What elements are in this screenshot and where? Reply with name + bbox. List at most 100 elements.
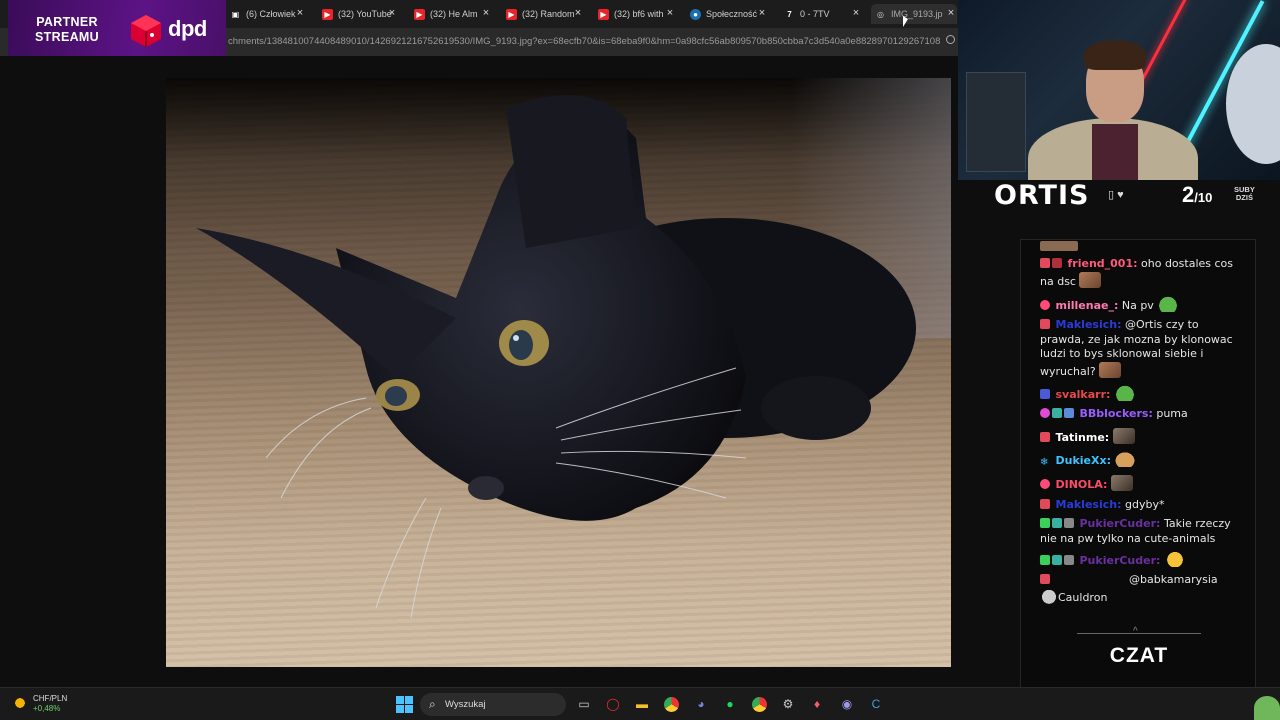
badge-icon <box>1052 518 1062 528</box>
weather-icon <box>12 696 28 710</box>
close-icon[interactable]: × <box>386 7 398 19</box>
badge-icon <box>1040 432 1050 442</box>
subs-label-2: DZIŚ <box>1235 193 1253 202</box>
close-icon[interactable]: × <box>664 7 676 19</box>
tab-image[interactable]: ◎ IMG_9193.jp × <box>871 4 957 24</box>
badge-icon <box>1040 574 1050 584</box>
close-icon[interactable]: × <box>294 7 306 19</box>
chat-text: Na pv <box>1121 299 1154 312</box>
tab-youtube-2[interactable]: ▶ (32) He Alm × <box>410 4 492 24</box>
ghost-emote-icon <box>1040 587 1058 604</box>
tab-7tv[interactable]: 7 0 - 7TV × <box>780 4 862 24</box>
badge-icon <box>1064 518 1074 528</box>
stock-widget[interactable]: CHF/PLN +0,48% <box>12 694 67 714</box>
webcam-person-hair <box>1084 40 1146 70</box>
subs-label: SUBY DZIŚ <box>1234 186 1255 202</box>
badge-icon <box>1040 408 1050 418</box>
frog-emote-icon <box>1254 696 1280 720</box>
chat-message: millenae_: Na pv <box>1040 296 1244 314</box>
chat-username[interactable]: DukieXx: <box>1056 454 1111 467</box>
cat-photo[interactable] <box>166 78 951 667</box>
close-icon[interactable]: × <box>945 7 957 19</box>
badge-icon <box>1040 258 1050 268</box>
chat-username[interactable]: DINOLA: <box>1056 478 1108 491</box>
tab-twitch[interactable]: ▣ (6) Człowiek × <box>226 4 306 24</box>
partner-line-1: PARTNER <box>36 15 98 29</box>
settings-icon[interactable]: ⚙ <box>779 695 797 713</box>
chat-message: @babkamarysia Cauldron <box>1040 573 1244 605</box>
steam-icon: ● <box>690 8 701 20</box>
close-icon[interactable]: × <box>756 7 768 19</box>
webcam-shelf <box>966 72 1026 172</box>
twitter-icon: ♥ <box>1117 189 1124 201</box>
chat-text: puma <box>1156 407 1188 420</box>
folder-icon[interactable]: ▬ <box>633 695 651 713</box>
tab-label: (32) He Alm <box>430 9 478 19</box>
opera-icon[interactable]: ◯ <box>604 695 622 713</box>
badge-icon <box>1040 518 1050 528</box>
spotify-icon[interactable]: ● <box>721 695 739 713</box>
chat-text: Cauldron <box>1058 590 1108 604</box>
youtube-icon: ▶ <box>322 8 333 20</box>
tab-label: (32) Random <box>522 9 575 19</box>
location-pin-icon[interactable]: ♦ <box>808 695 826 713</box>
cat-emote-icon <box>1110 475 1133 491</box>
lens-icon[interactable] <box>946 35 955 44</box>
webcam-feed <box>958 0 1280 180</box>
phone-icon: ▯ <box>1108 189 1115 201</box>
tab-youtube-4[interactable]: ▶ (32) bf6 with × <box>594 4 676 24</box>
chat-message: Maklesich: gdyby* <box>1040 498 1244 513</box>
tab-label: Społeczność <box>706 9 758 19</box>
close-icon[interactable]: × <box>850 7 862 19</box>
close-icon[interactable]: × <box>480 7 492 19</box>
chat-username[interactable]: friend_001: <box>1068 257 1138 270</box>
dpd-cube-icon <box>131 15 161 47</box>
windows-start-icon[interactable] <box>395 695 413 713</box>
chat-username[interactable]: PukierCuder: <box>1080 554 1161 567</box>
chrome-active-icon[interactable] <box>750 695 768 713</box>
chat-username[interactable]: Maklesich: <box>1056 318 1122 331</box>
discord-icon[interactable]: ◕ <box>692 695 710 713</box>
chat-username[interactable]: PukierCuder: <box>1080 517 1161 530</box>
heart-badge-icon <box>1040 300 1050 310</box>
search-icon: ⌕ <box>429 697 436 711</box>
tab-label: (32) YouTube <box>338 9 392 19</box>
tab-youtube-1[interactable]: ▶ (32) YouTube × <box>318 4 398 24</box>
taskbar-search[interactable]: ⌕ Wyszukaj <box>420 693 566 716</box>
youtube-icon: ▶ <box>506 8 517 20</box>
hug-emote-icon <box>1163 551 1186 567</box>
tab-steam[interactable]: ● Społeczność × <box>686 4 768 24</box>
search-placeholder: Wyszukaj <box>445 699 486 710</box>
chat-message: Maklesich: @Ortis czy to prawda, ze jak … <box>1040 318 1244 379</box>
chrome-icon[interactable] <box>662 695 680 713</box>
sub-counter: 2/10 <box>1182 182 1212 208</box>
frog-emote-icon <box>1113 385 1136 401</box>
chat-username[interactable]: Maklesich: <box>1056 498 1122 511</box>
chat-text: gdyby* <box>1124 498 1165 511</box>
chat-username[interactable]: BBblockers: <box>1080 407 1153 420</box>
tab-label: IMG_9193.jp <box>891 9 943 19</box>
chat-message: BBblockers: puma <box>1040 407 1244 422</box>
chat-message: Tatinme: <box>1040 428 1244 446</box>
task-view-icon[interactable]: ▭ <box>575 695 593 713</box>
7tv-icon: 7 <box>787 9 792 19</box>
social-icons: ▯ ♥ <box>1108 188 1124 201</box>
chat-text: @babkamarysia <box>1129 573 1218 586</box>
chat-username[interactable]: millenae_: <box>1056 299 1119 312</box>
chat-message: ❄ DukieXx: <box>1040 451 1244 469</box>
desktop: ▣ (6) Człowiek × ▶ (32) YouTube × ▶ (32)… <box>0 0 1280 720</box>
chat-username[interactable]: Tatinme: <box>1056 431 1110 444</box>
app-icon[interactable]: ◉ <box>838 695 856 713</box>
url-text[interactable]: chments/1384810074408489010/142692121675… <box>228 36 940 47</box>
tab-youtube-3[interactable]: ▶ (32) Random × <box>502 4 584 24</box>
ccleaner-icon[interactable]: C <box>867 695 885 713</box>
badge-icon <box>1052 555 1062 565</box>
close-icon[interactable]: × <box>572 7 584 19</box>
tab-label: 0 - 7TV <box>800 9 830 19</box>
badge-icon <box>1064 555 1074 565</box>
twitch-icon: ▣ <box>231 9 240 19</box>
streamer-name: ORTIS <box>994 180 1090 211</box>
streamer-nameplate: ORTIS ▯ ♥ 2/10 SUBY DZIŚ <box>994 180 1264 211</box>
mouse-cursor-icon <box>903 16 908 27</box>
chat-username[interactable]: svalkarr: <box>1056 388 1111 401</box>
